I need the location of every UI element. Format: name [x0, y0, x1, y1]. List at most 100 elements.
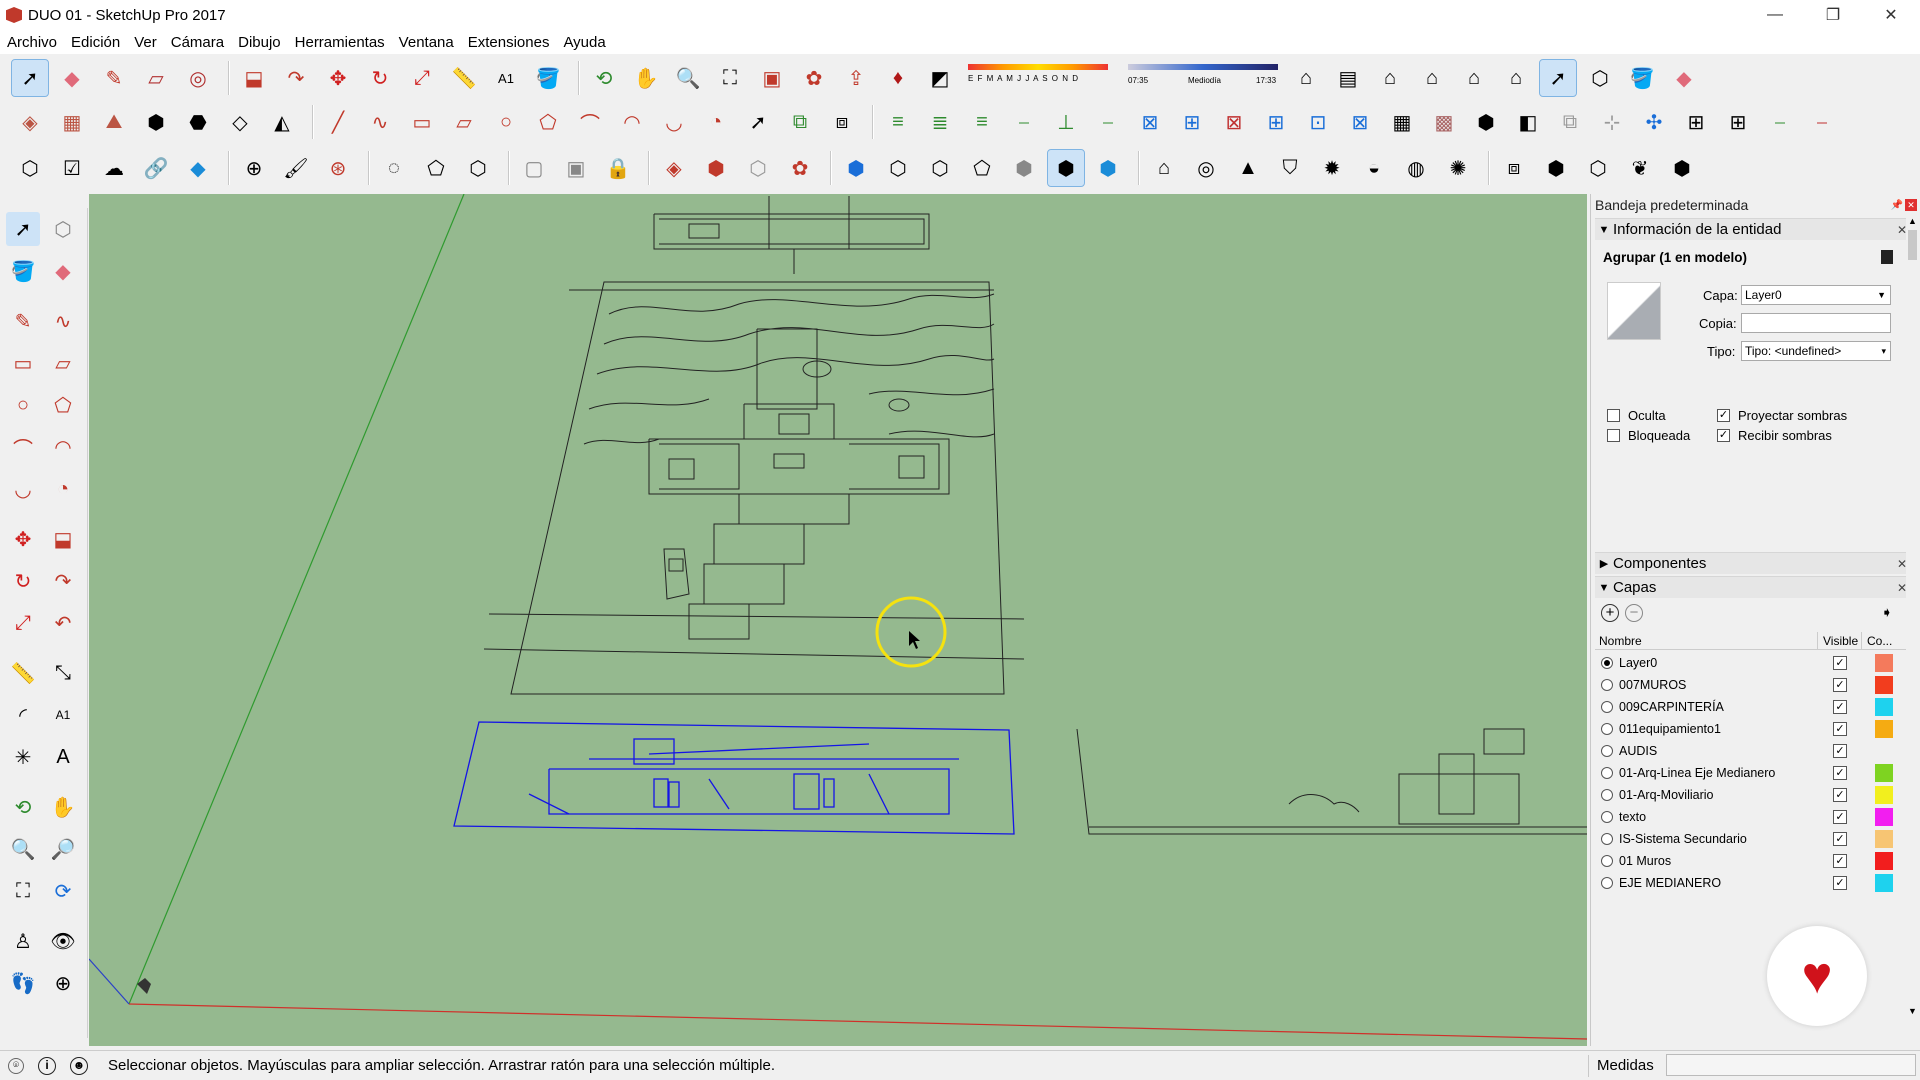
material-swatch[interactable] — [1607, 282, 1661, 340]
layer-color-swatch[interactable] — [1875, 654, 1893, 672]
protractor-left-icon[interactable]: ◜ — [6, 698, 40, 732]
menu-extensiones[interactable]: Extensiones — [461, 34, 557, 51]
zoom-tool-icon[interactable]: 🔍 — [670, 60, 706, 96]
scroll-down-icon[interactable]: ▼ — [1908, 1006, 1917, 1016]
misc-tool-4-icon[interactable]: ⊞ — [1678, 104, 1714, 140]
layer-visible-checkbox[interactable]: ✓ — [1833, 744, 1847, 758]
extension-warehouse-icon[interactable]: ✿ — [796, 60, 832, 96]
section-3-icon[interactable]: ⊠ — [1216, 104, 1252, 140]
pin-icon[interactable]: 📌 — [1891, 200, 1903, 211]
rotate-tool-icon[interactable]: ↻ — [362, 60, 398, 96]
tag-icon[interactable]: ⊛ — [320, 150, 356, 186]
style-color-icon[interactable]: ⬢ — [1090, 150, 1126, 186]
layer-name[interactable]: 01-Arq-Moviliario — [1619, 788, 1713, 802]
trimble-icon[interactable]: ◆ — [180, 150, 216, 186]
layer-visible-checkbox[interactable]: ✓ — [1833, 876, 1847, 890]
ruby-1-icon[interactable]: ◈ — [656, 150, 692, 186]
follow-me-tool-icon[interactable]: ↷ — [278, 60, 314, 96]
text-left-icon[interactable]: A1 — [46, 698, 80, 732]
pie-left-icon[interactable]: ◔ — [46, 472, 80, 506]
walk-left-icon[interactable]: 👣 — [6, 966, 40, 1000]
lamp-icon[interactable]: ⛉ — [1272, 150, 1308, 186]
rectangle-tool-icon[interactable]: ▱ — [138, 60, 174, 96]
grid-3-icon[interactable]: ⊠ — [1342, 104, 1378, 140]
select-left-icon[interactable]: ➚ — [6, 212, 40, 246]
arc-3pt-icon[interactable]: ◡ — [656, 104, 692, 140]
render-3-icon[interactable]: ⬡ — [1580, 150, 1616, 186]
menu-archivo[interactable]: Archivo — [0, 34, 64, 51]
solid-union-icon[interactable]: ⧉ — [782, 104, 818, 140]
layer-visible-checkbox[interactable]: ✓ — [1833, 700, 1847, 714]
texture-3-icon[interactable]: ⬢ — [1468, 104, 1504, 140]
ungroup-icon[interactable]: ▣ — [558, 150, 594, 186]
sandbox-scratch-icon[interactable]: ▦ — [54, 104, 90, 140]
misc-tool-3-icon[interactable]: ✣ — [1636, 104, 1672, 140]
section-tool-icon[interactable]: ⊠ — [1132, 104, 1168, 140]
pencil-tool-icon[interactable]: ✎ — [96, 60, 132, 96]
prevview-left-icon[interactable]: ⟳ — [46, 874, 80, 908]
layer-row[interactable]: EJE MEDIANERO ✓ — [1595, 872, 1913, 894]
layer-row[interactable]: IS-Sistema Secundario ✓ — [1595, 828, 1913, 850]
close-button[interactable]: ✕ — [1862, 0, 1920, 30]
layer-visible-checkbox[interactable]: ✓ — [1833, 810, 1847, 824]
select-3-icon[interactable]: ➚ — [740, 104, 776, 140]
layer-color-swatch[interactable] — [1875, 786, 1893, 804]
layer-select[interactable]: Layer0 ▼ — [1741, 285, 1891, 305]
selected-group-elevation[interactable] — [453, 721, 1015, 835]
restore-button[interactable]: ❐ — [1804, 0, 1862, 30]
check-tool-icon[interactable]: ☑ — [54, 150, 90, 186]
eraser-tool-icon[interactable]: ◆ — [54, 60, 90, 96]
layer-row[interactable]: 01 Muros ✓ — [1595, 850, 1913, 872]
scale-left-icon[interactable]: ⤢ — [6, 606, 40, 640]
instance-field[interactable] — [1741, 313, 1891, 333]
layer-color-swatch[interactable] — [1875, 830, 1893, 848]
scale-tool-icon[interactable]: ⤢ — [404, 60, 440, 96]
active-layer-radio[interactable] — [1601, 723, 1613, 735]
render-2-icon[interactable]: ⬢ — [1538, 150, 1574, 186]
model-canvas[interactable] — [89, 194, 1587, 1046]
tape-measure-icon[interactable]: 📏 — [446, 60, 482, 96]
cloud-upload-icon[interactable]: ☁ — [96, 150, 132, 186]
active-layer-radio[interactable] — [1601, 701, 1613, 713]
section-2-icon[interactable]: ⊞ — [1174, 104, 1210, 140]
position-camera-left-icon[interactable]: ♙ — [6, 924, 40, 958]
right-view-icon[interactable]: ⌂ — [1414, 60, 1450, 96]
polygon-tool-icon[interactable]: ⬠ — [530, 104, 566, 140]
iso-view-icon[interactable]: ⌂ — [1288, 60, 1324, 96]
receive-shadows-checkbox[interactable]: ✓ — [1717, 429, 1730, 442]
layer-color-swatch[interactable] — [1875, 698, 1893, 716]
smoove-icon[interactable]: ⛰ — [96, 104, 132, 140]
menu-dibujo[interactable]: Dibujo — [231, 34, 288, 51]
circle-tool-icon[interactable]: ◎ — [180, 60, 216, 96]
add-layer-icon[interactable]: + — [1601, 604, 1619, 622]
layer-name[interactable]: texto — [1619, 810, 1646, 824]
geo-location-icon[interactable]: ⌾ — [8, 1057, 24, 1074]
hidden-option[interactable]: Oculta — [1607, 408, 1666, 423]
circle-left-icon[interactable]: ○ — [6, 388, 40, 422]
active-layer-radio[interactable] — [1601, 855, 1613, 867]
info-icon[interactable]: i — [38, 1056, 56, 1075]
pan-tool-icon[interactable]: ✋ — [628, 60, 664, 96]
text-tool-icon[interactable]: A1 — [488, 60, 524, 96]
layer-row[interactable]: Layer0 ✓ — [1595, 652, 1913, 674]
render-1-icon[interactable]: ⧈ — [1496, 150, 1532, 186]
top-view-icon[interactable]: ▤ — [1330, 60, 1366, 96]
texture-2-icon[interactable]: ▩ — [1426, 104, 1462, 140]
remove-layer-icon[interactable]: − — [1625, 604, 1643, 622]
spotlight-icon[interactable]: ▲ — [1230, 150, 1266, 186]
layer-row[interactable]: 01-Arq-Linea Eje Medianero ✓ — [1595, 762, 1913, 784]
layer-visible-checkbox[interactable]: ✓ — [1833, 788, 1847, 802]
offset-left-icon[interactable]: ↶ — [46, 606, 80, 640]
style-monochrome-icon[interactable]: ⬢ — [1047, 149, 1085, 187]
active-layer-radio[interactable] — [1601, 833, 1613, 845]
pie-tool-icon[interactable]: ◔ — [698, 104, 734, 140]
menu-ver[interactable]: Ver — [127, 34, 164, 51]
shadows-toggle-icon[interactable]: ◩ — [922, 60, 958, 96]
locked-option[interactable]: Bloqueada — [1607, 428, 1690, 443]
move-tool-icon[interactable]: ✥ — [320, 60, 356, 96]
ruby-4-icon[interactable]: ✿ — [782, 150, 818, 186]
left-view-icon[interactable]: ⌂ — [1498, 60, 1534, 96]
menu-ayuda[interactable]: Ayuda — [556, 34, 612, 51]
select-tool-2-icon[interactable]: ➚ — [1539, 59, 1577, 97]
misc-tool-1-icon[interactable]: ⧉ — [1552, 104, 1588, 140]
